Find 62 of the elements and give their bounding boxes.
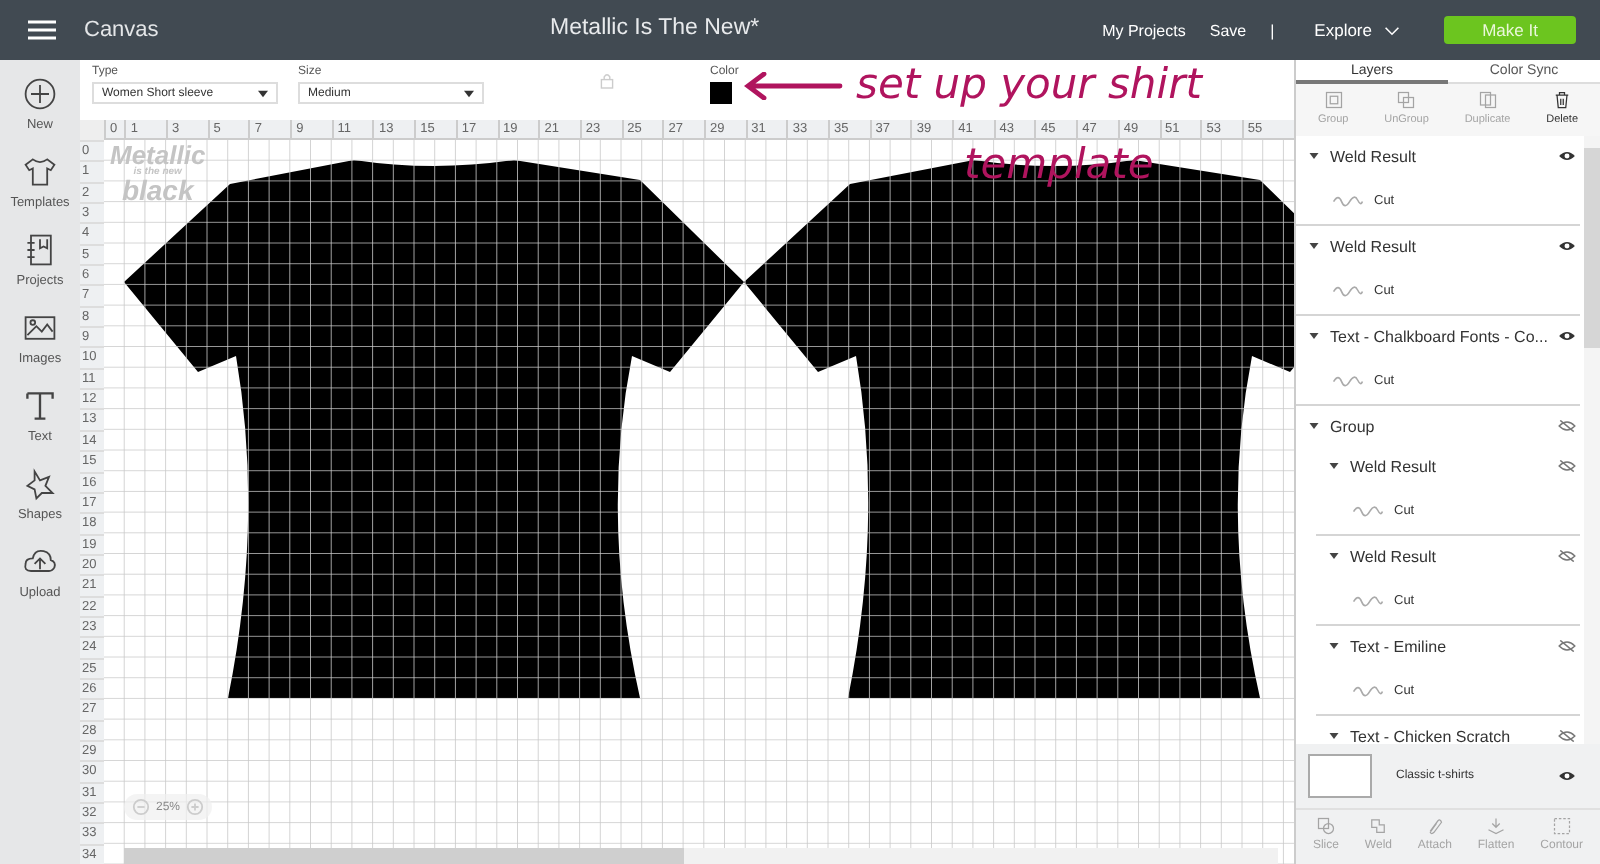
hidden-eye-icon[interactable] <box>1558 550 1576 562</box>
thumbnail-drawing <box>1352 592 1384 608</box>
caret-icon[interactable] <box>1308 420 1320 432</box>
color-swatch[interactable] <box>710 82 732 104</box>
section-title: Canvas <box>84 18 159 42</box>
thumbnail-drawing <box>1352 682 1384 698</box>
thumbnail-drawing <box>1332 372 1364 388</box>
project-title: Metallic Is The New* <box>550 16 760 40</box>
notebook-icon <box>21 232 58 268</box>
template-thumbnail <box>1308 754 1372 798</box>
layer-name[interactable]: Weld Result <box>1350 547 1548 565</box>
letter-t-icon <box>22 388 58 424</box>
layer-name[interactable]: Text - Chalkboard Fonts - Co... <box>1330 327 1548 345</box>
caret-icon[interactable] <box>1328 550 1340 562</box>
caret-icon[interactable] <box>1328 640 1340 652</box>
menu-icon[interactable] <box>28 20 56 40</box>
caret-icon[interactable] <box>1308 150 1320 162</box>
ungroup-icon <box>1396 90 1417 110</box>
group-icon <box>1323 90 1344 110</box>
vertical-scrollbar[interactable] <box>1584 136 1600 744</box>
layer-name[interactable]: Weld Result <box>1350 457 1548 475</box>
eye-icon[interactable] <box>1558 150 1576 162</box>
caret-icon[interactable] <box>1308 240 1320 252</box>
flatten-icon <box>1486 816 1507 836</box>
plus-icon <box>22 76 58 112</box>
t-shirt-icon <box>22 154 58 190</box>
eye-icon[interactable] <box>1558 330 1576 342</box>
caret-icon[interactable] <box>1308 330 1320 342</box>
attach-icon <box>1424 816 1445 836</box>
hidden-eye-icon[interactable] <box>1558 640 1576 652</box>
delete-icon <box>1552 90 1573 110</box>
hidden-eye-icon[interactable] <box>1558 730 1576 742</box>
weld-icon <box>1368 816 1389 836</box>
slice-icon <box>1315 816 1336 836</box>
star-icon <box>21 466 58 502</box>
hidden-eye-icon[interactable] <box>1558 420 1576 432</box>
horizontal-scrollbar[interactable] <box>124 848 1278 864</box>
picture-icon <box>21 310 58 346</box>
separator: | <box>1270 21 1275 39</box>
annotation-text: set up your shirt <box>856 60 1202 108</box>
caret-icon[interactable] <box>1328 730 1340 742</box>
header-link[interactable]: My Projects <box>1102 21 1186 39</box>
duplicate-icon <box>1477 90 1498 110</box>
thumbnail-drawing <box>1332 282 1364 298</box>
eye-icon[interactable] <box>1558 240 1576 252</box>
layer-name[interactable]: Weld Result <box>1330 237 1548 255</box>
dropdown-arrow-icon <box>464 89 474 97</box>
thumbnail-drawing <box>1332 192 1364 208</box>
caret-icon[interactable] <box>1328 460 1340 472</box>
header-link[interactable]: Save <box>1209 21 1247 39</box>
layer-name[interactable]: Text - Emiline <box>1350 637 1548 655</box>
thumbnail-drawing <box>1352 502 1384 518</box>
contour-icon <box>1551 816 1572 836</box>
chevron-down-icon <box>1384 25 1400 35</box>
eye-icon[interactable] <box>1558 770 1576 782</box>
layer-name[interactable]: Weld Result <box>1330 147 1548 165</box>
dropdown-arrow-icon <box>258 89 268 97</box>
layer-name[interactable]: Group <box>1330 417 1548 435</box>
hidden-eye-icon[interactable] <box>1558 460 1576 472</box>
arrow-drawing <box>744 72 844 100</box>
explore-dropdown[interactable]: Explore <box>1314 20 1400 40</box>
layer-name[interactable]: Text - Chicken Scratch <box>1350 727 1548 744</box>
